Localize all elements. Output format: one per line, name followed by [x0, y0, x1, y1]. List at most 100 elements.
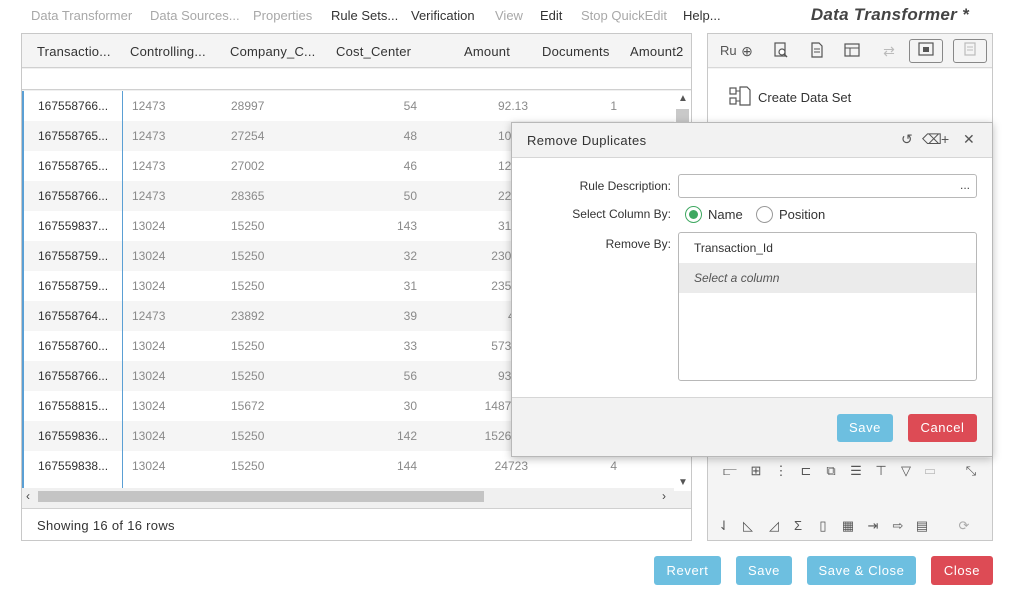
scroll-down-icon[interactable]: ▼: [678, 477, 688, 488]
column-header[interactable]: Amount2: [630, 44, 683, 59]
table-cell: 15672: [231, 399, 265, 413]
table-cell: 12473: [132, 309, 166, 323]
sum-icon[interactable]: Σ: [790, 518, 806, 536]
insert-column-icon[interactable]: ⊞: [748, 463, 764, 481]
column-header[interactable]: Documents: [542, 44, 610, 59]
rule-description-input[interactable]: ...: [678, 174, 977, 198]
column-header[interactable]: Cost_Center: [336, 44, 411, 59]
table-cell: 167558760...: [38, 339, 109, 353]
scroll-up-icon[interactable]: ▲: [678, 93, 688, 104]
menu-properties[interactable]: Properties: [253, 8, 312, 23]
table-cell: 12473: [132, 129, 166, 143]
select-column-placeholder[interactable]: Select a column: [679, 263, 976, 293]
table-cell: 1: [610, 99, 617, 113]
table-cell: 56: [403, 369, 417, 383]
transform-icon[interactable]: ⤡: [963, 463, 979, 481]
range-icon[interactable]: ▭: [922, 463, 938, 481]
create-data-set-item[interactable]: Create Data Set: [728, 85, 851, 110]
table-cell: 13024: [132, 429, 166, 443]
filter-icon[interactable]: ▽: [898, 463, 914, 481]
rules-tab-label[interactable]: Ru: [720, 43, 737, 58]
bracket-icon[interactable]: ⊏: [798, 463, 814, 481]
radio-position[interactable]: Position: [756, 206, 825, 223]
horizontal-scrollbar[interactable]: ‹ ›: [22, 488, 674, 505]
table-cell: 167558759...: [38, 279, 109, 293]
table-cell: 12473: [132, 189, 166, 203]
row-count-text: Showing 16 of 16 rows: [37, 518, 175, 533]
menu-rule-sets[interactable]: Rule Sets...: [331, 8, 398, 23]
table-cell: 167558815...: [38, 399, 109, 413]
horizontal-scroll-thumb[interactable]: [38, 491, 484, 502]
dialog-save-button[interactable]: Save: [837, 414, 893, 442]
join-icon[interactable]: ⫍: [722, 463, 738, 481]
grid-icon[interactable]: ▦: [840, 518, 856, 536]
dialog-title: Remove Duplicates: [527, 133, 647, 148]
column-header[interactable]: Amount: [464, 44, 510, 59]
radio-unselected-icon: [756, 206, 773, 223]
save-button[interactable]: Save: [736, 556, 792, 585]
column-header[interactable]: Transactio...: [37, 44, 111, 59]
app-title: Data Transformer *: [810, 5, 969, 24]
table-cell: 167559838...: [38, 459, 109, 473]
save-close-button[interactable]: Save & Close: [807, 556, 916, 585]
table-cell: 167559837...: [38, 219, 109, 233]
menu-bar: Data Transformer Data Sources... Propert…: [0, 0, 1009, 32]
grid-filter-row[interactable]: [22, 69, 691, 90]
column-header[interactable]: Company_C...: [230, 44, 316, 59]
close-button[interactable]: Close: [931, 556, 993, 585]
split-column-icon[interactable]: ⋮: [773, 463, 789, 481]
document-list-icon[interactable]: ▤: [914, 518, 930, 536]
dialog-cancel-button[interactable]: Cancel: [908, 414, 977, 442]
menu-edit[interactable]: Edit: [540, 8, 562, 23]
layout-icon[interactable]: [909, 39, 943, 63]
menu-stop-quickedit[interactable]: Stop QuickEdit: [581, 8, 667, 23]
slope-icon[interactable]: ◺: [740, 518, 756, 536]
table-cell: 167558766...: [38, 369, 109, 383]
add-icon[interactable]: +: [941, 131, 949, 147]
menu-view[interactable]: View: [495, 8, 523, 23]
table-cell: 13024: [132, 279, 166, 293]
column-icon[interactable]: ▯: [815, 518, 831, 536]
table-cell: 27002: [231, 159, 265, 173]
document-icon[interactable]: [808, 42, 826, 60]
close-icon[interactable]: ✕: [963, 131, 975, 148]
scroll-left-icon[interactable]: ‹: [26, 489, 30, 503]
remove-by-list[interactable]: Transaction_Id Select a column: [678, 232, 977, 381]
scroll-right-icon[interactable]: ›: [662, 489, 666, 503]
table-cell: 167558765...: [38, 129, 109, 143]
table-cell: 15250: [231, 459, 265, 473]
add-rule-icon[interactable]: ⊕: [738, 42, 756, 60]
table-cell: 15250: [231, 249, 265, 263]
rules-toolbar: Ru ⊕ ⇄: [708, 34, 992, 68]
list-item[interactable]: Transaction_Id: [679, 233, 976, 263]
menu-data-transformer[interactable]: Data Transformer: [31, 8, 132, 23]
radio-name-label: Name: [708, 207, 743, 222]
export-icon[interactable]: ⇨: [890, 518, 906, 536]
reset-icon[interactable]: ↺: [901, 131, 913, 148]
pivot-icon[interactable]: ⊤: [873, 463, 889, 481]
table-icon[interactable]: [843, 42, 861, 60]
run-icon[interactable]: ⟳: [956, 518, 972, 536]
revert-button[interactable]: Revert: [654, 556, 721, 585]
rows-icon[interactable]: ☰: [848, 463, 864, 481]
table-cell: 13024: [132, 249, 166, 263]
list-icon[interactable]: [953, 39, 987, 63]
radio-selected-icon: [685, 206, 702, 223]
table-cell: 15250: [231, 339, 265, 353]
area-icon[interactable]: ◿: [766, 518, 782, 536]
copy-icon[interactable]: ⧉: [823, 463, 839, 481]
radio-position-label: Position: [779, 207, 826, 222]
table-row[interactable]: 167558766... 12473 28997 54 92.13 1: [22, 91, 674, 121]
table-cell: 167558766...: [38, 99, 109, 113]
eraser-icon[interactable]: ⌫: [922, 131, 942, 148]
more-options-button[interactable]: ...: [960, 178, 970, 192]
menu-verification[interactable]: Verification: [411, 8, 475, 23]
swap-icon[interactable]: ⇄: [880, 42, 898, 60]
move-column-icon[interactable]: ⇥: [865, 518, 881, 536]
menu-data-sources[interactable]: Data Sources...: [150, 8, 240, 23]
menu-help[interactable]: Help...: [683, 8, 721, 23]
radio-name[interactable]: Name: [685, 206, 743, 223]
column-header[interactable]: Controlling...: [130, 44, 206, 59]
sort-icon[interactable]: ⇃: [716, 518, 732, 536]
search-document-icon[interactable]: [772, 42, 790, 60]
